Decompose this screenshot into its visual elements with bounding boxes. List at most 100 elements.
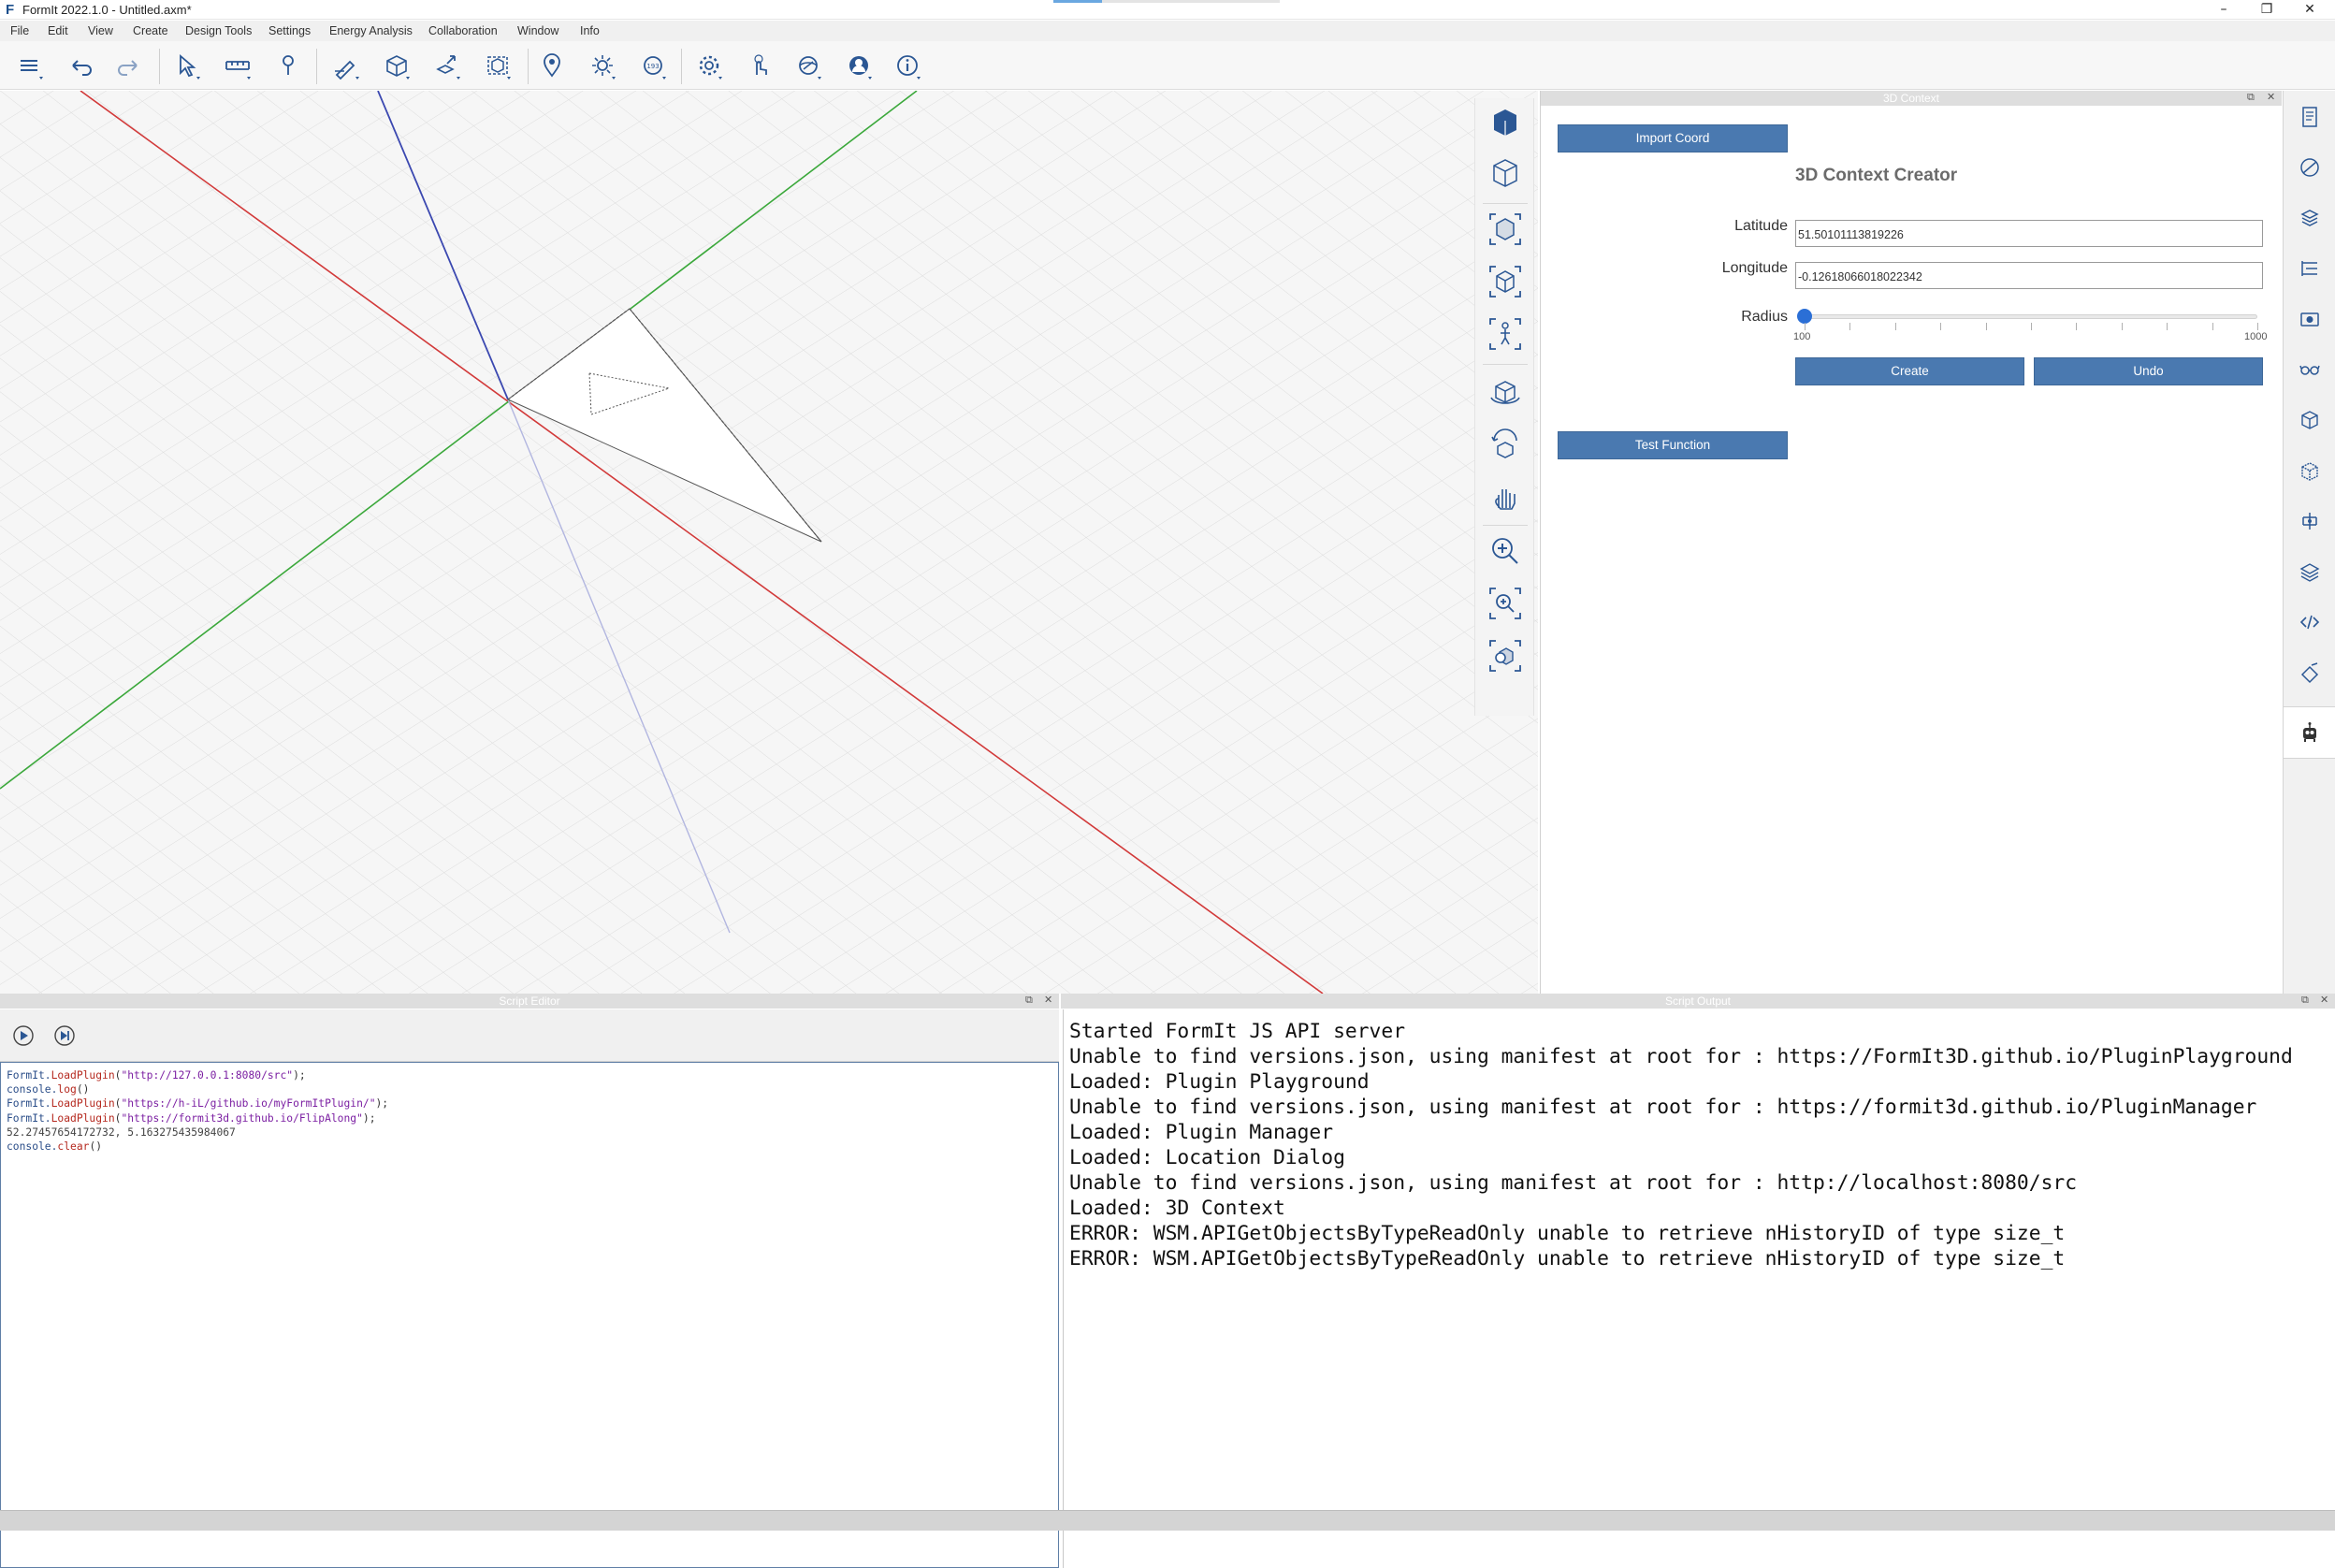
latitude-input[interactable]: 51.50101113819226 [1795, 220, 2263, 247]
fill-icon[interactable] [2297, 660, 2323, 686]
script-editor-toolbar [0, 1009, 1059, 1062]
orbit-icon[interactable] [1487, 373, 1524, 411]
code-editor[interactable]: FormIt.LoadPlugin("http://127.0.0.1:8080… [0, 1062, 1059, 1568]
sun-icon[interactable] [586, 49, 619, 82]
pan-hand-icon[interactable] [1487, 478, 1524, 515]
layers-panel-icon[interactable] [2297, 205, 2323, 231]
sketch-icon[interactable] [329, 49, 363, 82]
script-output-header: Script Output ⧉ ✕ [1061, 994, 2335, 1009]
minimize-button[interactable]: – [2202, 0, 2245, 20]
redo-icon[interactable] [112, 49, 146, 82]
output-line: ERROR: WSM.APIGetObjectsByTypeReadOnly u… [1069, 1222, 2066, 1245]
visual-style-icon[interactable] [2297, 356, 2323, 383]
look-around-icon[interactable] [1487, 426, 1524, 463]
menu-bar: File Edit View Create Design Tools Setti… [0, 21, 2335, 41]
longitude-input[interactable]: -0.12618066018022342 [1795, 262, 2263, 289]
zoom-region-icon[interactable] [1487, 585, 1524, 622]
output-line: Loaded: 3D Context [1069, 1197, 1285, 1220]
title-accent [1053, 0, 1102, 3]
zoom-selection-icon[interactable] [1487, 211, 1524, 248]
menu-collaboration[interactable]: Collaboration [428, 24, 498, 37]
menu-settings[interactable]: Settings [268, 24, 311, 37]
radius-slider[interactable] [1805, 314, 2257, 319]
select-icon[interactable] [170, 49, 204, 82]
close-icon[interactable]: ✕ [1044, 994, 1052, 1006]
menu-create[interactable]: Create [133, 24, 168, 37]
code-token: 52.27457654172732, 5.163275435984067 [7, 1125, 236, 1139]
slider-tick [1894, 323, 1896, 330]
components-icon[interactable] [2297, 457, 2323, 484]
undo-button[interactable]: Undo [2034, 357, 2263, 385]
cube-view-icon[interactable] [1487, 263, 1524, 300]
info-icon[interactable] [891, 49, 924, 82]
close-icon[interactable]: ✕ [2320, 994, 2328, 1006]
properties-icon[interactable] [2297, 104, 2323, 130]
solid-icon[interactable] [380, 49, 413, 82]
layers-icon[interactable] [13, 49, 47, 82]
slider-tick [1940, 323, 1942, 330]
code-line: console.log() [7, 1082, 1052, 1096]
play-icon[interactable] [11, 1024, 36, 1048]
paint-icon[interactable] [271, 49, 305, 82]
perspective-cube-icon[interactable] [1487, 104, 1524, 141]
slider-tick [1805, 323, 1806, 330]
manipulate-icon[interactable] [430, 49, 464, 82]
menu-edit[interactable]: Edit [48, 24, 68, 37]
code-icon[interactable] [2297, 609, 2323, 635]
code-line: console.clear() [7, 1140, 1052, 1154]
scenes-icon[interactable] [2297, 306, 2323, 332]
user-icon[interactable] [842, 49, 876, 82]
groups-icon[interactable] [2297, 407, 2323, 433]
script-output-title: Script Output [1664, 995, 1732, 1008]
walk-icon[interactable] [1487, 315, 1524, 353]
menu-window[interactable]: Window [517, 24, 558, 37]
menu-view[interactable]: View [88, 24, 113, 37]
menu-file[interactable]: File [10, 24, 29, 37]
orbit-cube-icon[interactable] [1487, 154, 1524, 192]
restore-button[interactable]: ❐ [2245, 0, 2288, 20]
stack-icon[interactable] [2297, 559, 2323, 585]
nav-separator [1483, 203, 1528, 204]
3d-viewport[interactable] [0, 91, 1538, 994]
view-icon[interactable] [791, 49, 825, 82]
toolbar-separator [528, 49, 529, 84]
panel-title: 3D Context [1882, 92, 1940, 105]
close-icon[interactable]: ✕ [2267, 91, 2275, 103]
touch-icon[interactable] [743, 49, 776, 82]
settings-icon[interactable] [692, 49, 726, 82]
slider-tick [1985, 323, 1987, 330]
status-bar [0, 1510, 2335, 1531]
plugin-robot-icon[interactable] [2297, 719, 2323, 746]
dock-icon[interactable]: ⧉ [2247, 91, 2255, 104]
menu-energy-analysis[interactable]: Energy Analysis [329, 24, 413, 37]
zoom-icon[interactable] [1487, 532, 1524, 570]
dock-icon[interactable]: ⧉ [2301, 994, 2309, 1007]
step-icon[interactable] [52, 1024, 77, 1048]
code-token: FormIt. [7, 1111, 51, 1125]
test-function-button[interactable]: Test Function [1558, 431, 1788, 459]
undo-icon[interactable] [64, 49, 97, 82]
code-line: FormIt.LoadPlugin("http://127.0.0.1:8080… [7, 1068, 1052, 1082]
title-bar: F FormIt 2022.1.0 - Untitled.axm* – ❐ ✕ [0, 0, 2335, 20]
materials-icon[interactable] [2297, 154, 2323, 181]
group-icon[interactable] [481, 49, 515, 82]
code-token: LoadPlugin [51, 1069, 115, 1082]
location-icon[interactable] [535, 49, 569, 82]
dock-icon[interactable]: ⧉ [1025, 994, 1033, 1007]
import-coord-button[interactable]: Import Coord [1558, 124, 1788, 152]
hierarchy-icon[interactable] [2297, 508, 2323, 534]
sun-path-icon[interactable]: 193 [636, 49, 670, 82]
zoom-fit-icon[interactable] [1487, 637, 1524, 675]
levels-icon[interactable] [2297, 255, 2323, 282]
create-button[interactable]: Create [1795, 357, 2024, 385]
output-line: Unable to find versions.json, using mani… [1069, 1045, 2293, 1068]
code-token: () [76, 1083, 90, 1096]
console-output[interactable]: Started FormIt JS API server Unable to fi… [1063, 1009, 2335, 1568]
code-line: FormIt.LoadPlugin("https://h-iL/github.i… [7, 1096, 1052, 1111]
menu-info[interactable]: Info [580, 24, 600, 37]
measure-icon[interactable] [221, 49, 254, 82]
close-window-button[interactable]: ✕ [2288, 0, 2331, 20]
radius-slider-thumb[interactable] [1797, 309, 1812, 324]
menu-design-tools[interactable]: Design Tools [185, 24, 252, 37]
slider-tick [2121, 323, 2123, 330]
